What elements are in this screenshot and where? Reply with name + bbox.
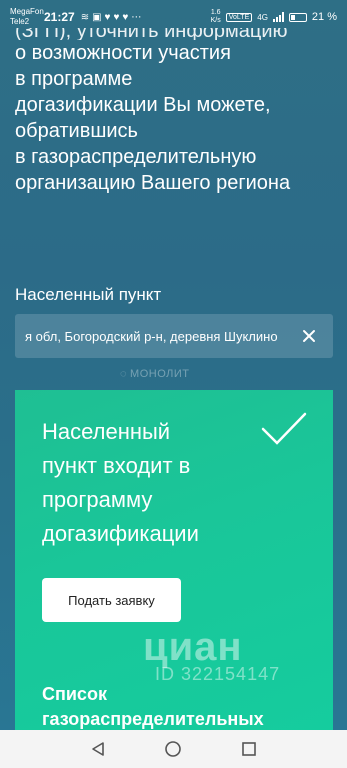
signal-icon [272, 12, 284, 22]
result-title: Населенный пункт входит в программу дога… [42, 419, 199, 546]
intro-line: обратившись [15, 120, 138, 142]
home-icon[interactable] [161, 737, 185, 761]
intro-line: организацию Вашего региона [15, 172, 291, 194]
checkmark-icon [261, 412, 307, 445]
intro-line: в программе [15, 68, 133, 90]
back-icon[interactable] [86, 737, 110, 761]
carrier-labels: MegaFon Tele2 [10, 7, 44, 27]
watermark-logo-icon: ◌ [120, 368, 128, 380]
intro-line: догазификации Вы можете, [15, 94, 271, 116]
wifi-icon: ≋ [80, 11, 90, 23]
clock: 21:27 [44, 10, 75, 24]
intro-text: (ЗГП), уточнить информацию о возможности… [15, 28, 335, 196]
volte-badge: VoLTE [225, 12, 253, 22]
locality-input[interactable]: я обл, Богородский р-н, деревня Шуклино [15, 314, 333, 358]
status-right: 1.6 K/s VoLTE 4G 21 % [211, 9, 337, 25]
notification-icons: ≋ ▣ ♥ ♥ ♥ ⋯ [81, 12, 142, 23]
clear-icon[interactable] [295, 322, 323, 350]
locality-value[interactable]: я обл, Богородский р-н, деревня Шуклино [25, 329, 289, 344]
recents-icon[interactable] [237, 737, 261, 761]
intro-line: о возможности участия [15, 42, 231, 64]
battery-level: 21 % [311, 11, 337, 23]
gas-companies-list-title: Список газораспределительных [42, 684, 264, 729]
system-nav-bar [0, 730, 347, 768]
heart-icon: ♥ [113, 11, 120, 23]
network-speed: 1.6 K/s [210, 9, 221, 24]
carrier-1: MegaFon [10, 7, 44, 16]
cian-watermark: циан ID 322154147 [143, 625, 281, 684]
network-type: 4G [257, 12, 268, 22]
notification-icon: ▣ [92, 11, 102, 23]
carrier-2: Tele2 [10, 17, 30, 26]
locality-label: Населенный пункт [15, 285, 162, 304]
monolit-watermark: ◌ МОНОЛИТ [120, 368, 190, 380]
heart-icon: ♥ [122, 11, 129, 23]
result-card: Населенный пункт входит в программу дога… [15, 390, 333, 735]
intro-line: в газораспределительную [15, 146, 257, 168]
more-icon: ⋯ [131, 11, 142, 23]
intro-cut-line: (ЗГП), уточнить информацию [15, 28, 288, 40]
apply-button[interactable]: Подать заявку [42, 578, 181, 622]
heart-icon: ♥ [104, 11, 111, 23]
battery-icon [288, 12, 307, 22]
